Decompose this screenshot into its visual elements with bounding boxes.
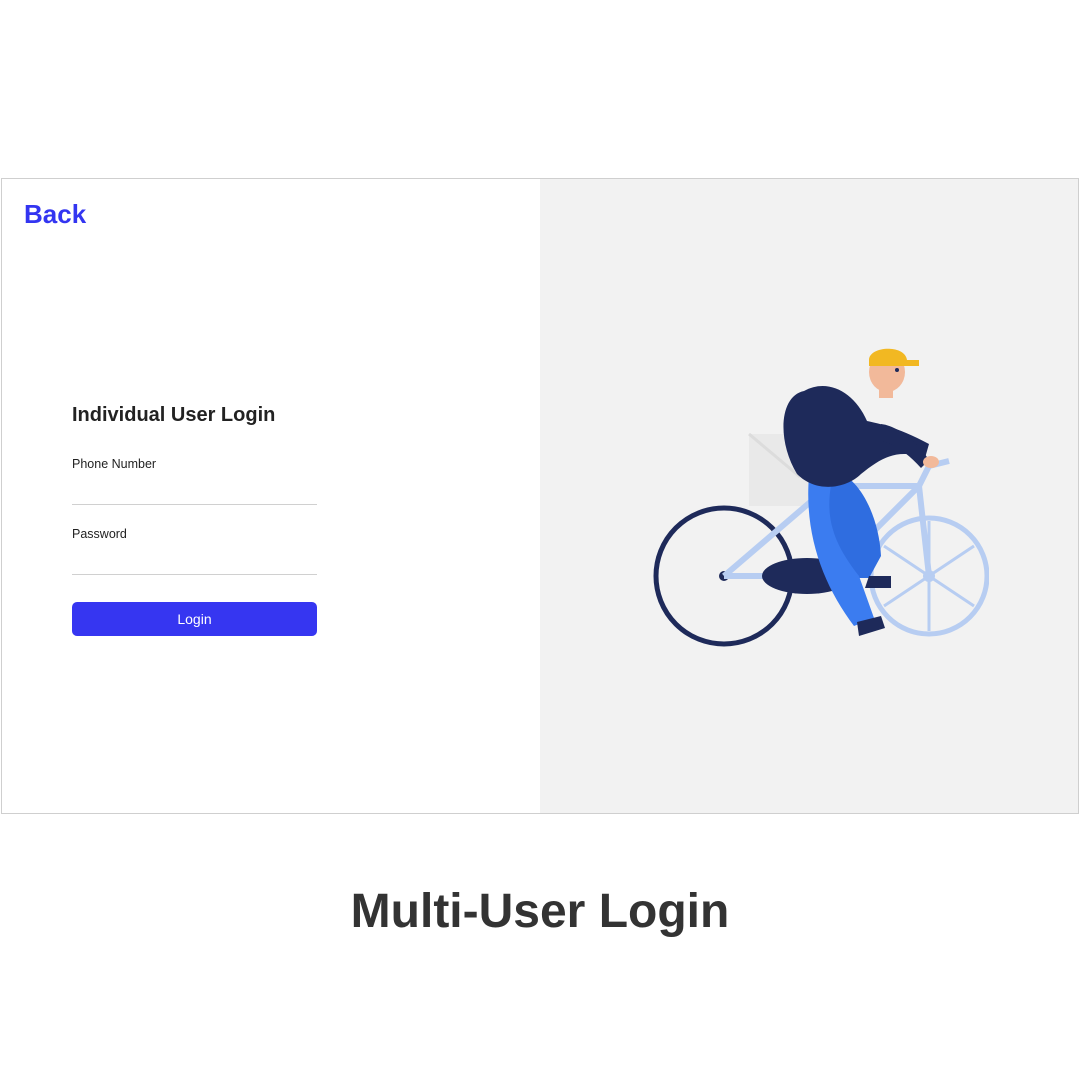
cyclist-illustration-icon [629,326,989,666]
password-label: Password [72,527,317,541]
phone-input[interactable] [72,485,317,505]
phone-label: Phone Number [72,457,317,471]
password-input[interactable] [72,555,317,575]
form-title: Individual User Login [72,404,317,427]
page-caption: Multi-User Login [351,884,730,939]
login-button[interactable]: Login [72,602,317,636]
left-pane: Back Individual User Login Phone Number … [2,179,540,813]
back-link[interactable]: Back [24,199,86,230]
login-card: Back Individual User Login Phone Number … [1,178,1079,814]
right-pane [540,179,1078,813]
login-form: Individual User Login Phone Number Passw… [72,404,317,636]
